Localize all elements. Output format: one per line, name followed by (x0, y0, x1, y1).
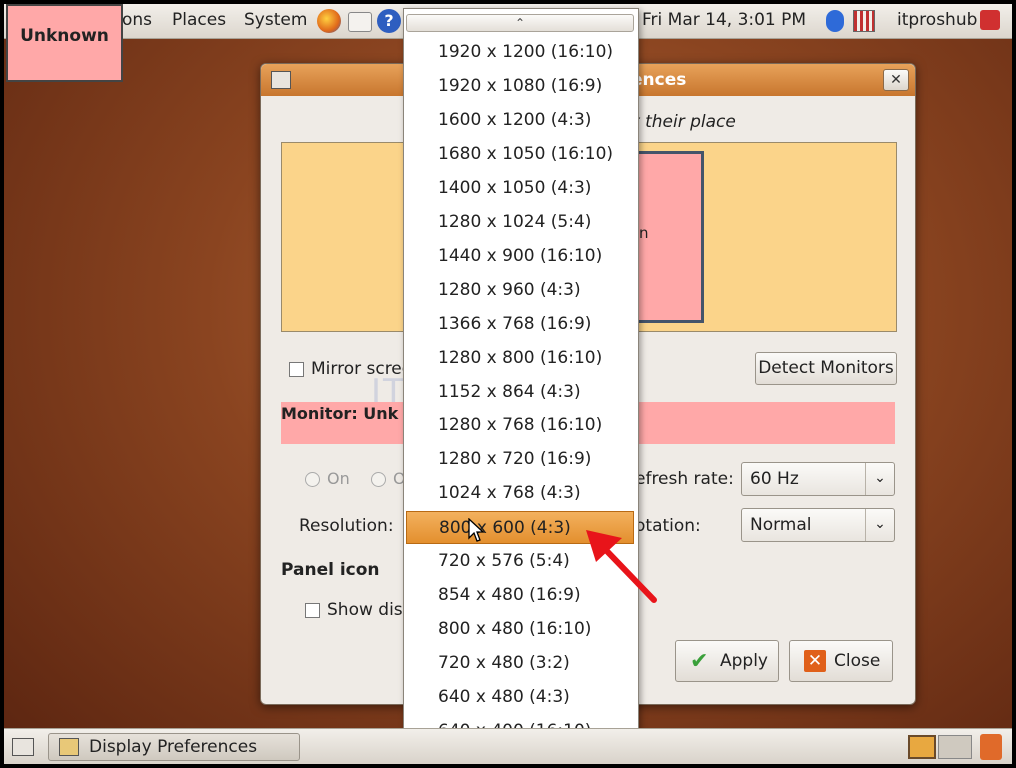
resolution-option[interactable]: 1366 x 768 (16:9) (406, 308, 634, 341)
on-label: On (327, 469, 350, 488)
resolution-option[interactable]: 640 x 480 (4:3) (406, 681, 634, 714)
close-label: Close (834, 651, 881, 671)
dialog-title: ences (631, 70, 687, 90)
network-icon[interactable] (853, 10, 875, 32)
annotation-arrow-icon (586, 530, 657, 603)
resolution-option[interactable]: 1280 x 1024 (5:4) (406, 206, 634, 239)
close-icon[interactable]: ✕ (883, 69, 909, 91)
resolution-option[interactable]: 1024 x 768 (4:3) (406, 477, 634, 510)
monitor-identity-label: Unknown (6, 4, 123, 82)
workspace-2-icon[interactable] (938, 735, 972, 759)
close-button[interactable]: ✕ Close (789, 640, 893, 682)
user-name[interactable]: itproshub (897, 10, 977, 30)
close-x-icon: ✕ (804, 650, 826, 672)
system-menu[interactable]: System (244, 10, 307, 30)
desktop: ons Places System ? Fri Mar 14, 3:01 PM … (4, 4, 1012, 764)
off-radio[interactable] (371, 472, 386, 487)
apply-button[interactable]: ✔ Apply (675, 640, 779, 682)
mail-icon[interactable] (348, 12, 372, 32)
rotation-select[interactable]: Normal ⌄ (741, 508, 895, 542)
taskbar-item-display-preferences[interactable]: Display Preferences (48, 733, 300, 761)
monitor-section-title: Monitor: Unk (281, 404, 399, 423)
mirror-screens-checkbox[interactable] (289, 362, 304, 377)
firefox-icon[interactable] (317, 9, 341, 33)
arrangement-hint: t their place (633, 112, 736, 132)
on-radio[interactable] (305, 472, 320, 487)
chevron-down-icon: ⌄ (865, 509, 894, 541)
monitor-preview[interactable]: n (634, 151, 704, 323)
resolution-option[interactable]: 1152 x 864 (4:3) (406, 376, 634, 409)
bluetooth-icon[interactable] (826, 10, 844, 32)
trash-icon[interactable] (980, 734, 1002, 760)
help-icon[interactable]: ? (377, 9, 401, 33)
resolution-option[interactable]: 1400 x 1050 (4:3) (406, 172, 634, 205)
refresh-rate-value: 60 Hz (750, 469, 799, 489)
monitor-preview-label: n (639, 224, 649, 242)
resolution-option[interactable]: 800 x 480 (16:10) (406, 613, 634, 646)
applications-menu[interactable]: ons (122, 10, 152, 30)
resolution-label: Resolution: (299, 516, 394, 536)
refresh-rate-select[interactable]: 60 Hz ⌄ (741, 462, 895, 496)
clock[interactable]: Fri Mar 14, 3:01 PM (642, 10, 806, 30)
power-icon[interactable] (980, 10, 1000, 30)
scroll-up-icon[interactable]: ⌃ (406, 14, 634, 32)
detect-monitors-button[interactable]: Detect Monitors (755, 352, 897, 385)
bottom-panel: Display Preferences (4, 728, 1012, 764)
show-displays-checkbox[interactable] (305, 603, 320, 618)
chevron-down-icon: ⌄ (865, 463, 894, 495)
mouse-cursor-icon (468, 518, 484, 542)
resolution-option[interactable]: 720 x 480 (3:2) (406, 647, 634, 680)
resolution-option[interactable]: 1600 x 1200 (4:3) (406, 104, 634, 137)
refresh-rate-label: efresh rate: (635, 469, 734, 489)
resolution-option[interactable]: 1920 x 1080 (16:9) (406, 70, 634, 103)
resolution-option[interactable]: 1280 x 800 (16:10) (406, 342, 634, 375)
resolution-option[interactable]: 1680 x 1050 (16:10) (406, 138, 634, 171)
resolution-option[interactable]: 1280 x 720 (16:9) (406, 443, 634, 476)
panel-icon-heading: Panel icon (281, 560, 380, 580)
resolution-option[interactable]: 1440 x 900 (16:10) (406, 240, 634, 273)
display-app-icon (59, 738, 79, 756)
rotation-value: Normal (750, 515, 812, 535)
resolution-option[interactable]: 1280 x 768 (16:10) (406, 409, 634, 442)
apply-label: Apply (720, 651, 768, 671)
resolution-dropdown-list[interactable]: ⌃ 1920 x 1200 (16:10) 1920 x 1080 (16:9) 1… (403, 8, 639, 760)
checkmark-icon: ✔ (690, 649, 709, 674)
show-desktop-icon[interactable] (12, 738, 34, 756)
taskbar-item-label: Display Preferences (89, 737, 258, 757)
resolution-option[interactable]: 1920 x 1200 (16:10) (406, 36, 634, 69)
display-app-icon (271, 71, 291, 89)
places-menu[interactable]: Places (172, 10, 226, 30)
show-displays-label: Show disp (327, 600, 414, 620)
resolution-option[interactable]: 1280 x 960 (4:3) (406, 274, 634, 307)
workspace-switcher-icon[interactable] (908, 735, 936, 759)
